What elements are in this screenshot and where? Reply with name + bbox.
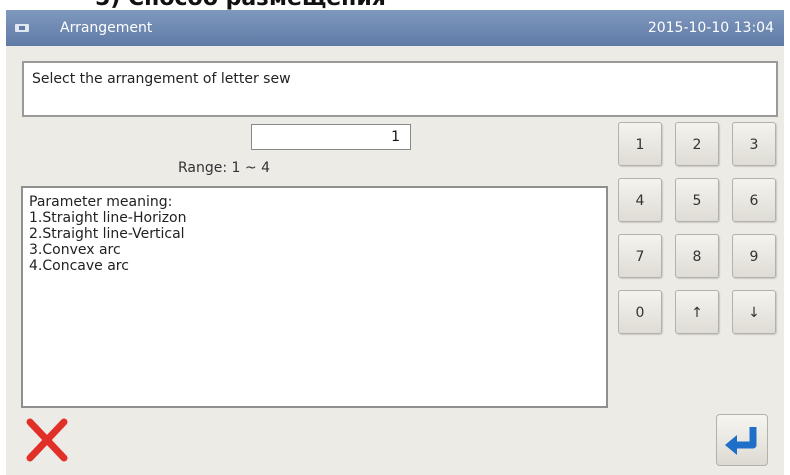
key-3[interactable]: 3 [732,122,776,166]
key-5[interactable]: 5 [675,178,719,222]
key-6[interactable]: 6 [732,178,776,222]
meaning-item: 4.Concave arc [29,258,129,274]
datetime: 2015-10-10 13:04 [647,20,774,36]
range-label: Range: 1 ~ 4 [178,160,270,176]
window-title: Arrangement [60,20,153,36]
meaning-heading: Parameter meaning: [29,194,173,210]
key-down[interactable]: ↓ [732,290,776,334]
key-8[interactable]: 8 [675,234,719,278]
enter-button[interactable] [716,414,768,466]
title-bar: Arrangement 2015-10-10 13:04 [6,10,784,46]
cancel-button[interactable] [22,414,72,466]
key-2[interactable]: 2 [675,122,719,166]
meaning-item: 3.Convex arc [29,242,121,258]
key-9[interactable]: 9 [732,234,776,278]
meaning-item: 2.Straight line-Vertical [29,226,185,242]
enter-return-icon [725,427,757,455]
arrangement-screen: Arrangement 2015-10-10 13:04 Select the … [6,10,784,475]
value-input[interactable]: 1 [251,124,411,150]
key-up[interactable]: ↑ [675,290,719,334]
prompt-message: Select the arrangement of letter sew [22,61,778,117]
window-icon [15,24,29,32]
key-1[interactable]: 1 [618,122,662,166]
key-7[interactable]: 7 [618,234,662,278]
key-4[interactable]: 4 [618,178,662,222]
key-0[interactable]: 0 [618,290,662,334]
parameter-meaning-box: Parameter meaning: 1.Straight line-Horiz… [21,186,608,408]
cancel-x-icon [26,418,68,462]
meaning-item: 1.Straight line-Horizon [29,210,187,226]
